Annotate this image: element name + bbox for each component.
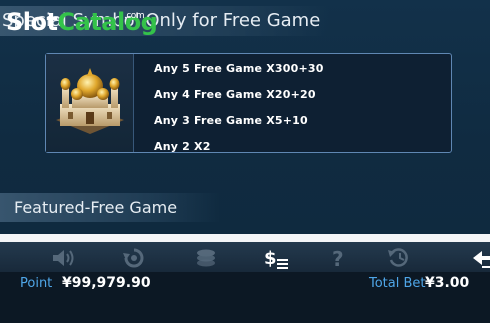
svg-text:$: $ xyxy=(264,248,277,269)
watermark-slot: Slot xyxy=(6,8,58,36)
back-arrow-icon xyxy=(473,251,490,268)
paytable-panel: Special Symbol Only for Free Game SlotCa… xyxy=(0,0,490,234)
payout-row: Any 2 X2 xyxy=(154,140,211,153)
sound-button[interactable] xyxy=(49,246,77,270)
paytable-button[interactable]: $ xyxy=(262,246,290,270)
total-bet-value: ¥3.00 xyxy=(425,275,470,291)
payout-row: Any 5 Free Game X300+30 xyxy=(154,62,324,75)
divider xyxy=(0,234,490,242)
history-icon xyxy=(388,248,408,267)
palace-icon xyxy=(56,68,124,134)
point-label: Point xyxy=(20,276,53,291)
featured-title: Featured-Free Game xyxy=(0,193,220,222)
payout-row: Any 4 Free Game X20+20 xyxy=(154,88,316,101)
palace-symbol xyxy=(46,54,134,152)
point-value: ¥99,979.90 xyxy=(62,275,151,291)
autoplay-icon xyxy=(123,248,144,268)
status-bar: Point ¥99,979.90 Total Bet ¥3.00 xyxy=(0,272,490,323)
back-button[interactable] xyxy=(470,246,490,270)
toolbar: $ ? xyxy=(0,242,490,272)
coins-icon xyxy=(197,249,215,267)
history-button[interactable] xyxy=(385,246,413,270)
help-button[interactable]: ? xyxy=(324,246,352,270)
help-icon: ? xyxy=(332,247,344,269)
total-bet-label: Total Bet xyxy=(369,276,426,291)
payout-list: Any 5 Free Game X300+30 Any 4 Free Game … xyxy=(154,61,324,165)
sound-icon xyxy=(53,250,74,266)
slotcatalog-watermark: SlotCatalog .com xyxy=(6,8,158,36)
coins-button[interactable] xyxy=(192,246,220,270)
featured-title-text: Featured-Free Game xyxy=(14,198,178,217)
paytable-icon: $ xyxy=(264,248,288,269)
watermark-com: .com xyxy=(124,11,145,21)
autoplay-button[interactable] xyxy=(120,246,148,270)
payout-box: Any 5 Free Game X300+30 Any 4 Free Game … xyxy=(45,53,452,153)
payout-row: Any 3 Free Game X5+10 xyxy=(154,114,308,127)
svg-text:?: ? xyxy=(332,247,344,269)
